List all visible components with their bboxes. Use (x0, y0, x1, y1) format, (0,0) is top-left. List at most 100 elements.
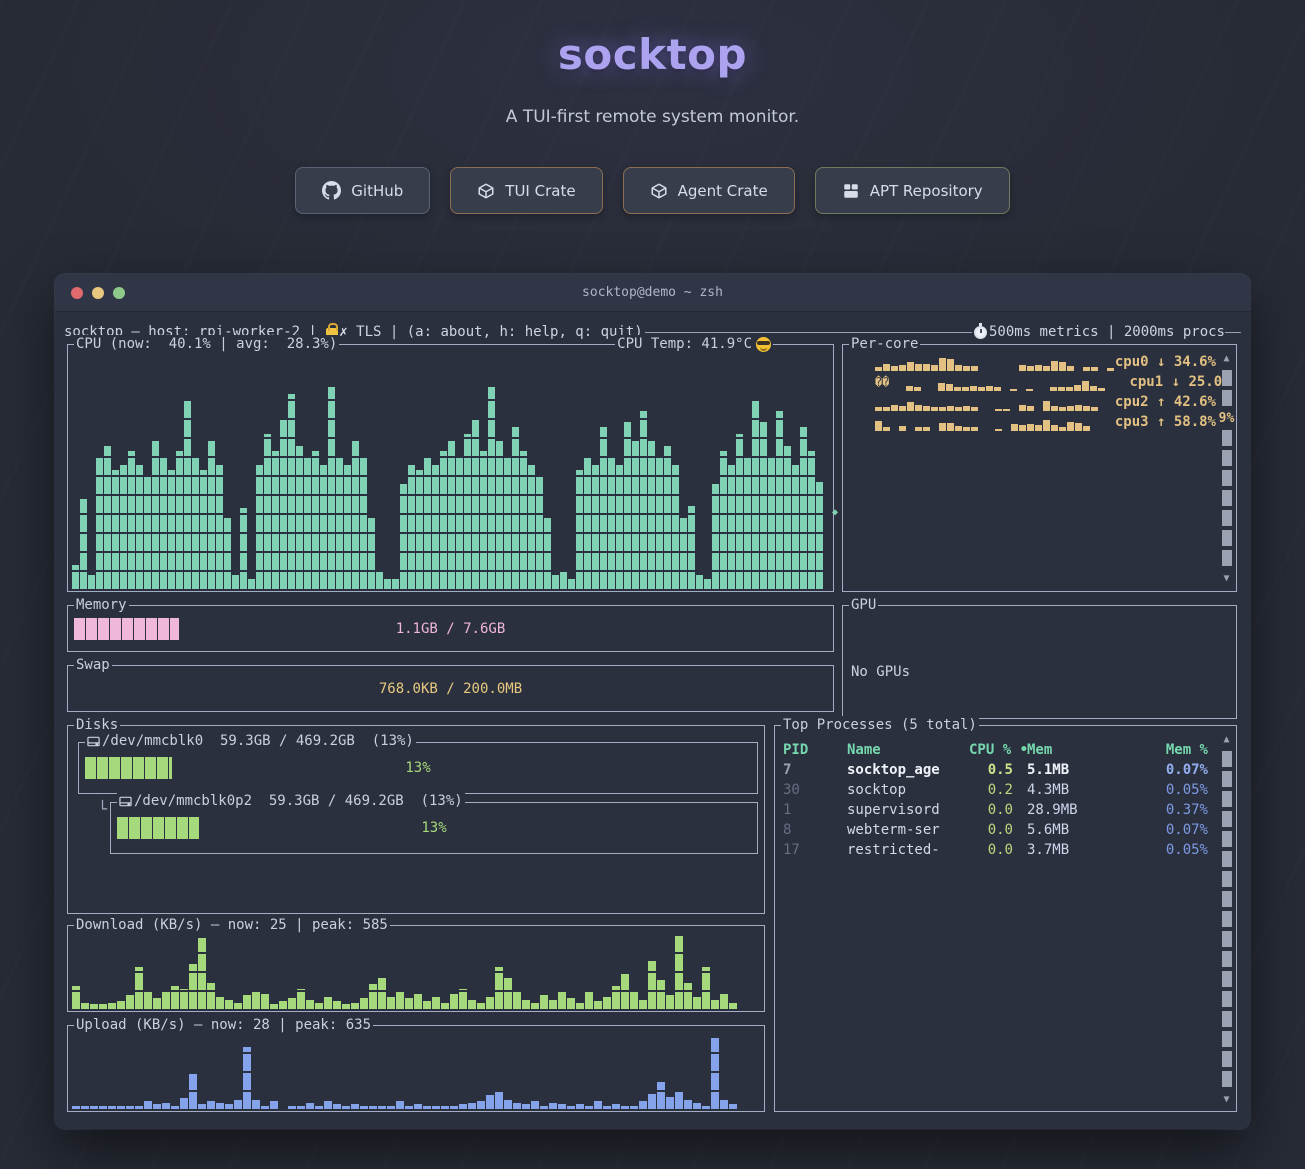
processes-scrollbar[interactable]: ▲▼ (1220, 729, 1233, 1109)
scroll-thumb-block[interactable] (1220, 368, 1233, 388)
overflow-text[interactable]: 9% (1220, 408, 1233, 428)
scroll-thumb-block[interactable] (1220, 749, 1233, 769)
chart-bar (512, 427, 519, 589)
chart-bar (360, 458, 367, 589)
chart-bar (441, 1003, 449, 1009)
scroll-thumb-block[interactable] (1220, 448, 1233, 468)
scroll-thumb-block[interactable] (1220, 849, 1233, 869)
chart-bar (752, 399, 759, 589)
chart-bar (135, 967, 143, 1009)
chart-bar (664, 446, 671, 589)
scroll-up-arrow[interactable]: ▲ (1220, 348, 1233, 368)
chart-bar (108, 1106, 116, 1109)
chart-bar (232, 575, 239, 589)
process-cell: 0.07% (1137, 820, 1212, 840)
chart-bar (248, 579, 255, 589)
scroll-thumb-block[interactable] (1220, 869, 1233, 889)
chart-bar (189, 1074, 197, 1109)
tui-screen: socktop — host: rpi-worker-2 | ✗ TLS | (… (55, 312, 1250, 1129)
chart-bar (304, 458, 311, 589)
chart-bar (126, 1106, 134, 1109)
scroll-thumb-block[interactable] (1220, 1009, 1233, 1029)
chart-bar (198, 938, 206, 1009)
scroll-thumb-block[interactable] (1220, 769, 1233, 789)
cpu-now-marker: ◆ (832, 507, 838, 518)
chart-bar (423, 1106, 431, 1109)
agent-crate-button[interactable]: Agent Crate (623, 167, 795, 214)
scroll-thumb-block[interactable] (1220, 829, 1233, 849)
process-cell: 0.0 (969, 840, 1027, 860)
scroll-thumb-block[interactable] (1220, 989, 1233, 1009)
scroll-thumb-block[interactable] (1220, 388, 1233, 408)
chart-bar (208, 441, 215, 589)
spark-bar (1043, 401, 1050, 411)
zoom-window-button[interactable] (113, 287, 125, 299)
close-window-button[interactable] (71, 287, 83, 299)
column-header[interactable]: Name (847, 740, 969, 760)
chart-bar (387, 997, 395, 1009)
core-label: cpu3 ↑ 58.8% (1115, 413, 1216, 431)
process-row[interactable]: 7socktop_age0.55.1MB0.07% (783, 760, 1212, 780)
scroll-thumb-block[interactable] (1220, 468, 1233, 488)
chart-bar (600, 427, 607, 589)
scroll-thumb-block[interactable] (1220, 969, 1233, 989)
chart-bar (693, 997, 701, 1009)
spark-bar (971, 427, 978, 431)
scroll-thumb-block[interactable] (1220, 428, 1233, 448)
column-header[interactable]: PID (783, 740, 847, 760)
tui-crate-button[interactable]: TUI Crate (450, 167, 602, 214)
chart-bar (160, 458, 167, 589)
process-row[interactable]: 17restricted-0.03.7MB0.05% (783, 840, 1212, 860)
scroll-thumb-block[interactable] (1220, 789, 1233, 809)
chart-bar (558, 992, 566, 1009)
download-chart (72, 932, 760, 1009)
scroll-down-arrow[interactable]: ▼ (1220, 1089, 1233, 1109)
process-row[interactable]: 1supervisord0.028.9MB0.37% (783, 800, 1212, 820)
column-header[interactable]: Mem (1027, 740, 1137, 760)
chart-bar (504, 458, 511, 589)
chart-bar (558, 1104, 566, 1109)
scroll-thumb-block[interactable] (1220, 508, 1233, 528)
scroll-thumb-block[interactable] (1220, 1029, 1233, 1049)
swap-gauge-label: 768.0KB / 200.0MB (74, 678, 827, 700)
chart-bar (306, 1000, 314, 1009)
scroll-thumb-block[interactable] (1220, 1049, 1233, 1069)
scroll-thumb-block[interactable] (1220, 949, 1233, 969)
scroll-thumb-block[interactable] (1220, 528, 1233, 548)
percore-scrollbar[interactable]: ▲ 9% ▼ (1220, 348, 1233, 588)
scroll-thumb-block[interactable] (1220, 929, 1233, 949)
chart-bar (540, 995, 548, 1009)
chart-bar (585, 991, 593, 1009)
chart-bar (711, 1000, 719, 1009)
chart-bar (513, 1103, 521, 1109)
chart-bar (531, 1003, 539, 1009)
scroll-thumb-block[interactable] (1220, 809, 1233, 829)
chart-bar (153, 1104, 161, 1109)
scroll-thumb-block[interactable] (1220, 488, 1233, 508)
process-cell: restricted- (847, 840, 969, 860)
chart-bar (189, 964, 197, 1009)
process-cell: 0.5 (969, 760, 1027, 780)
column-header[interactable]: CPU % • (969, 740, 1027, 760)
disk-icon (119, 795, 132, 808)
process-row[interactable]: 30socktop0.24.3MB0.05% (783, 780, 1212, 800)
processes-panel: Top Processes (5 total) PIDNameCPU % •Me… (774, 725, 1237, 1112)
github-icon (322, 181, 341, 200)
apt-repository-button[interactable]: APT Repository (815, 167, 1010, 214)
column-header[interactable]: Mem % (1137, 740, 1212, 760)
scroll-thumb-block[interactable] (1220, 548, 1233, 568)
scroll-thumb-block[interactable] (1220, 889, 1233, 909)
github-button[interactable]: GitHub (295, 167, 430, 214)
minimize-window-button[interactable] (92, 287, 104, 299)
process-cell: 3.7MB (1027, 840, 1137, 860)
crate-icon (650, 182, 668, 200)
scroll-thumb-block[interactable] (1220, 909, 1233, 929)
chart-bar (432, 997, 440, 1009)
chart-bar (207, 1101, 215, 1109)
chart-bar (792, 465, 799, 589)
scroll-up-arrow[interactable]: ▲ (1220, 729, 1233, 749)
process-row[interactable]: 8webterm-ser0.05.6MB0.07% (783, 820, 1212, 840)
scroll-thumb-block[interactable] (1220, 1069, 1233, 1089)
scroll-down-arrow[interactable]: ▼ (1220, 568, 1233, 588)
chart-bar (459, 989, 467, 1009)
